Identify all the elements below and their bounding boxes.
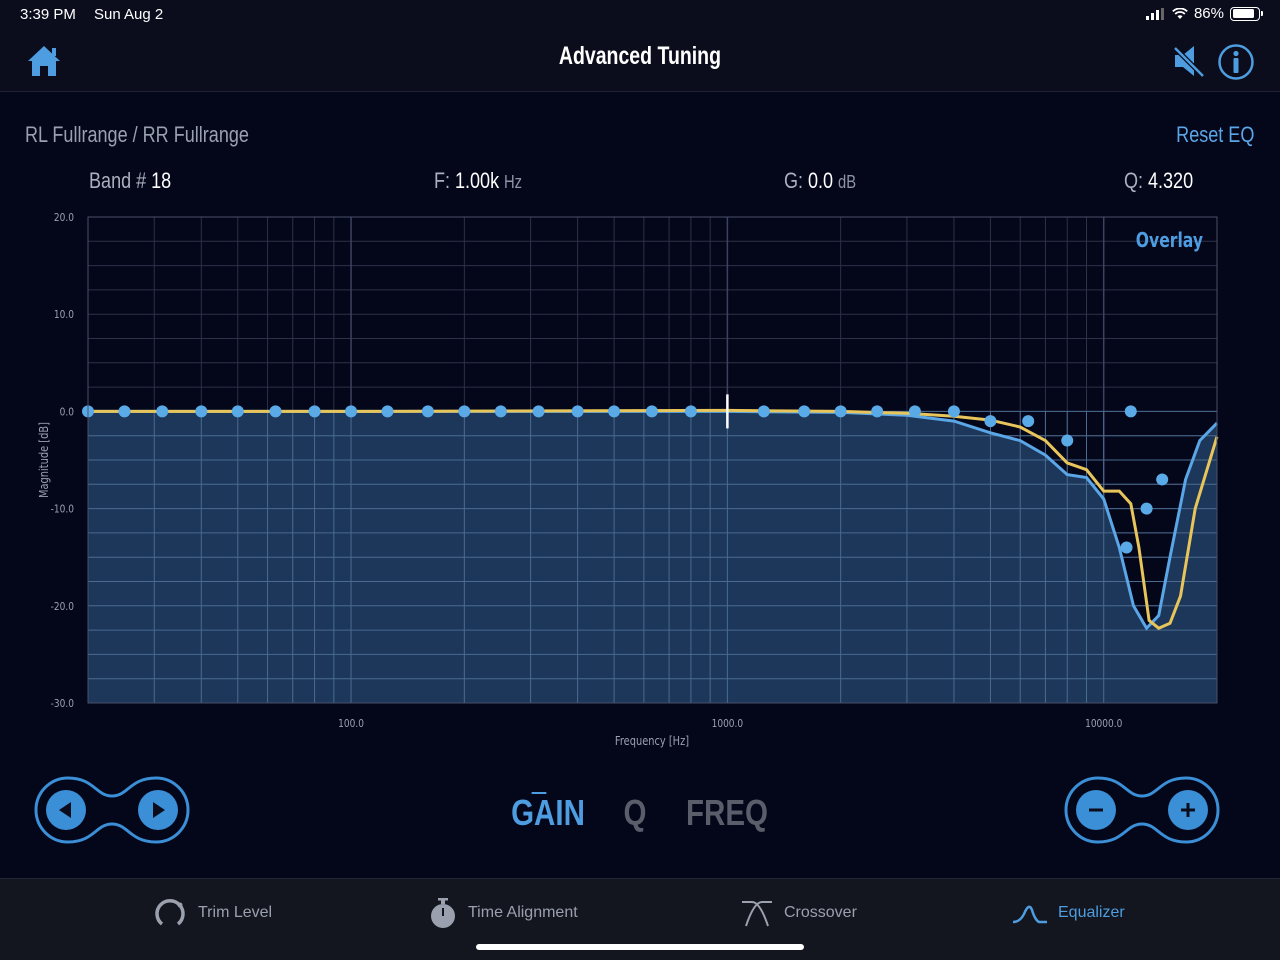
band-point[interactable] bbox=[118, 405, 131, 418]
tab-time-alignment[interactable]: Time Alignment bbox=[428, 897, 578, 929]
equalizer-icon bbox=[1012, 905, 1047, 924]
home-indicator bbox=[476, 944, 804, 950]
tab-equalizer[interactable]: Equalizer bbox=[1012, 897, 1125, 929]
band-point[interactable] bbox=[231, 405, 244, 418]
band-point[interactable] bbox=[1124, 405, 1137, 418]
overlay-toggle[interactable]: Overlay bbox=[1136, 229, 1203, 252]
y-tick-label: -10.0 bbox=[51, 504, 74, 516]
decrease-button[interactable] bbox=[1076, 790, 1116, 830]
minus-icon bbox=[1089, 808, 1103, 812]
status-bar: 3:39 PM Sun Aug 2 86% bbox=[0, 0, 1280, 30]
band-point[interactable] bbox=[684, 405, 697, 418]
band-point[interactable] bbox=[908, 405, 921, 418]
y-tick-labels: 20.0 10.0 0.0 -10.0 -20.0 -30.0 bbox=[51, 212, 74, 710]
page-title: Advanced Tuning bbox=[558, 42, 722, 70]
nav-bar: Advanced Tuning bbox=[0, 30, 1280, 92]
band-point[interactable] bbox=[1140, 502, 1153, 515]
band-point[interactable] bbox=[421, 405, 434, 418]
band-point[interactable] bbox=[834, 405, 847, 418]
q-label: Q: bbox=[1124, 168, 1144, 193]
band-point[interactable] bbox=[458, 405, 471, 418]
band-point[interactable] bbox=[156, 405, 169, 418]
freq-label: F: bbox=[434, 168, 451, 193]
increase-button[interactable] bbox=[1168, 790, 1208, 830]
gain-value: 0.0 bbox=[807, 168, 834, 193]
mode-tab-freq[interactable]: FREQ bbox=[686, 792, 768, 834]
wifi-icon bbox=[1172, 7, 1188, 19]
gain-readout: G: 0.0 dB bbox=[784, 168, 872, 194]
frequency-readout: F: 1.00k Hz bbox=[434, 168, 541, 194]
band-point[interactable] bbox=[269, 405, 282, 418]
battery-icon bbox=[1230, 6, 1263, 21]
band-point[interactable] bbox=[645, 405, 658, 418]
eq-chart[interactable]: 20.010.00.0-10.0-20.0-30.0 100.0 1000.0 10… bbox=[0, 200, 1280, 760]
reset-eq-button[interactable]: Reset EQ bbox=[1159, 122, 1254, 148]
band-point[interactable] bbox=[871, 405, 884, 418]
band-point[interactable] bbox=[345, 405, 358, 418]
q-readout: Q: 4.320 bbox=[1124, 168, 1208, 194]
freq-value: 1.00k bbox=[454, 168, 500, 193]
signal-icon bbox=[1145, 7, 1164, 20]
tab-label: Equalizer bbox=[1058, 904, 1125, 921]
band-point[interactable] bbox=[308, 405, 321, 418]
y-axis-label: Magnitude [dB] bbox=[37, 422, 51, 498]
y-tick-label: -20.0 bbox=[51, 601, 74, 613]
freq-unit: Hz bbox=[504, 172, 523, 192]
tab-crossover[interactable]: Crossover bbox=[740, 897, 857, 929]
band-point[interactable] bbox=[195, 405, 208, 418]
y-tick-label: 0.0 bbox=[60, 407, 74, 419]
band-point[interactable] bbox=[1120, 541, 1133, 554]
tab-trim-level[interactable]: Trim Level bbox=[152, 897, 272, 929]
band-point[interactable] bbox=[798, 405, 811, 418]
band-point[interactable] bbox=[757, 405, 770, 418]
x-axis-label: Frequency [Hz] bbox=[615, 734, 689, 748]
band-point[interactable] bbox=[571, 405, 584, 418]
channel-label: RL Fullrange / RR Fullrange bbox=[25, 122, 249, 147]
x-tick-labels: 100.0 1000.0 10000.0 bbox=[338, 718, 1122, 730]
x-tick-label: 1000.0 bbox=[712, 718, 744, 730]
gain-label: G: bbox=[784, 168, 804, 193]
gain-unit: dB bbox=[837, 172, 857, 192]
band-point[interactable] bbox=[984, 415, 997, 428]
crossover-icon bbox=[742, 901, 772, 927]
x-tick-label: 10000.0 bbox=[1085, 718, 1122, 730]
plus-icon bbox=[1181, 803, 1195, 817]
tab-label: Trim Level bbox=[198, 904, 273, 921]
band-point[interactable] bbox=[381, 405, 394, 418]
mode-tab-q[interactable]: Q bbox=[624, 792, 647, 834]
battery-percent: 86% bbox=[1193, 5, 1224, 22]
band-point[interactable] bbox=[1022, 415, 1035, 428]
band-number: Band #18 bbox=[89, 168, 189, 194]
band-point[interactable] bbox=[532, 405, 545, 418]
stopwatch-icon bbox=[431, 898, 455, 928]
band-value: 18 bbox=[151, 168, 172, 193]
tab-label: Time Alignment bbox=[468, 904, 578, 921]
speaker-mute-icon[interactable] bbox=[1172, 43, 1206, 79]
tab-label: Crossover bbox=[784, 904, 857, 921]
band-label: Band # bbox=[89, 168, 147, 193]
y-tick-label: 20.0 bbox=[54, 212, 74, 224]
status-time: 3:39 PM bbox=[20, 6, 76, 23]
band-point[interactable] bbox=[1061, 434, 1074, 447]
x-tick-label: 100.0 bbox=[338, 718, 364, 730]
band-point[interactable] bbox=[947, 405, 960, 418]
q-value: 4.320 bbox=[1147, 168, 1194, 193]
y-tick-label: -30.0 bbox=[51, 698, 74, 710]
band-point[interactable] bbox=[494, 405, 507, 418]
y-tick-label: 10.0 bbox=[54, 309, 74, 321]
value-adjust-control bbox=[1064, 776, 1220, 844]
band-point[interactable] bbox=[608, 405, 621, 418]
status-date: Sun Aug 2 bbox=[94, 6, 164, 23]
mode-tab-gain[interactable]: GAIN bbox=[511, 792, 585, 834]
band-point[interactable] bbox=[1156, 473, 1169, 486]
trim-knob-icon bbox=[155, 899, 185, 926]
info-icon[interactable] bbox=[1217, 43, 1255, 81]
